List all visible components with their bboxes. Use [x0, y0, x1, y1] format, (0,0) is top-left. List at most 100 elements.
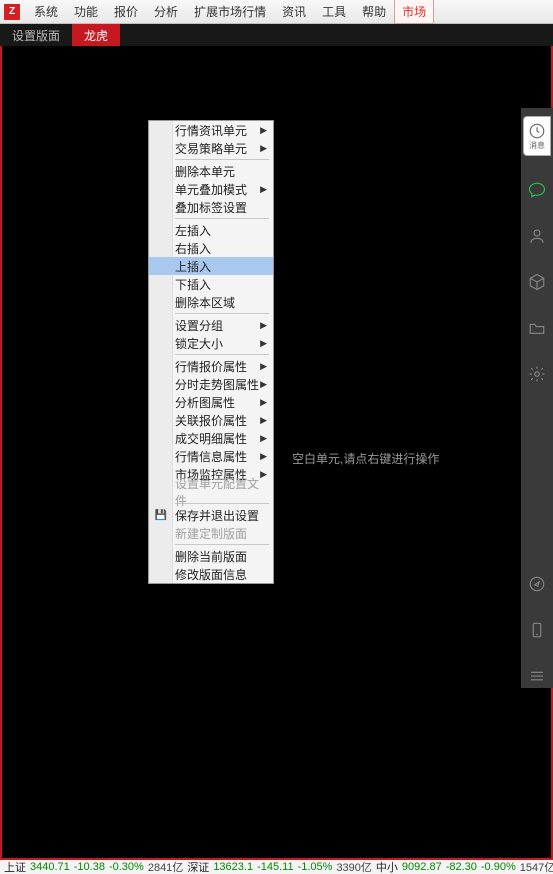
menu-help[interactable]: 帮助: [354, 0, 394, 24]
submenu-arrow-icon: ▶: [260, 320, 267, 331]
ctx-item-label: 左插入: [175, 222, 211, 239]
ctx-item[interactable]: 单元叠加模式 ▶: [149, 180, 273, 198]
menu-quote[interactable]: 报价: [106, 0, 146, 24]
save-icon: 💾: [153, 508, 169, 522]
index-value: 9092.87: [402, 861, 442, 873]
menu-tools[interactable]: 工具: [314, 0, 354, 24]
menu-function[interactable]: 功能: [66, 0, 106, 24]
chat-icon[interactable]: [525, 178, 549, 202]
ctx-item[interactable]: 保存并退出设置 💾: [149, 506, 273, 524]
ctx-item-label: 交易策略单元: [175, 140, 247, 157]
ctx-item-label: 删除当前版面: [175, 548, 247, 565]
side-message-label: 消息: [529, 140, 545, 151]
ctx-item-label: 删除本单元: [175, 163, 235, 180]
ctx-item[interactable]: 右插入: [149, 239, 273, 257]
ctx-item-label: 行情信息属性: [175, 448, 247, 465]
ctx-item-label: 分析图属性: [175, 394, 235, 411]
ctx-item-label: 修改版面信息: [175, 566, 247, 583]
ctx-item[interactable]: 下插入: [149, 275, 273, 293]
ctx-item[interactable]: 分析图属性 ▶: [149, 393, 273, 411]
index-name: 中小: [376, 860, 398, 874]
ctx-item[interactable]: 交易策略单元▶: [149, 139, 273, 157]
index-change: -10.38: [74, 861, 105, 873]
user-icon[interactable]: [525, 224, 549, 248]
workspace[interactable]: 空白单元,请点右键进行操作: [0, 46, 553, 860]
menu-separator: [175, 218, 269, 219]
ctx-item-label: 上插入: [175, 258, 211, 275]
submenu-arrow-icon: ▶: [260, 184, 267, 195]
tab-longhu[interactable]: 龙虎: [72, 24, 120, 46]
index-name: 深证: [187, 860, 209, 874]
menu-separator: [175, 313, 269, 314]
ctx-item[interactable]: 删除本区域: [149, 293, 273, 311]
ctx-item-label: 关联报价属性: [175, 412, 247, 429]
menu-market[interactable]: 市场: [394, 0, 434, 24]
ctx-item-label: 新建定制版面: [175, 525, 247, 542]
tab-layout-settings[interactable]: 设置版面: [0, 24, 72, 46]
ctx-item[interactable]: 行情信息属性 ▶: [149, 447, 273, 465]
ctx-item-label: 删除本区域: [175, 294, 235, 311]
tabbar: 设置版面 龙虎: [0, 24, 553, 46]
ctx-item[interactable]: 行情报价属性▶: [149, 357, 273, 375]
submenu-arrow-icon: ▶: [260, 451, 267, 462]
ctx-item[interactable]: 删除本单元: [149, 162, 273, 180]
ctx-item[interactable]: 上插入: [149, 257, 273, 275]
submenu-arrow-icon: ▶: [260, 397, 267, 408]
cube-icon[interactable]: [525, 270, 549, 294]
ctx-item[interactable]: 分时走势图属性▶: [149, 375, 273, 393]
submenu-arrow-icon: ▶: [260, 433, 267, 444]
phone-icon[interactable]: [525, 618, 549, 642]
gear-icon[interactable]: [525, 362, 549, 386]
ctx-item-label: 锁定大小: [175, 335, 223, 352]
menu-separator: [175, 159, 269, 160]
compass-icon[interactable]: [525, 572, 549, 596]
ctx-item-label: 保存并退出设置: [175, 507, 259, 524]
ctx-item[interactable]: 关联报价属性 ▶: [149, 411, 273, 429]
index-volume: 1547亿: [520, 860, 553, 874]
side-message-box[interactable]: 消息: [523, 116, 551, 156]
clock-icon: [528, 122, 546, 140]
submenu-arrow-icon: ▶: [260, 379, 267, 390]
folder-icon[interactable]: [525, 316, 549, 340]
menu-ext-market[interactable]: 扩展市场行情: [186, 0, 274, 24]
index-change: -82.30: [446, 861, 477, 873]
ctx-item-label: 设置分组: [175, 317, 223, 334]
menu-analysis[interactable]: 分析: [146, 0, 186, 24]
index-volume: 2841亿: [148, 860, 183, 874]
ctx-item[interactable]: 修改版面信息: [149, 565, 273, 583]
context-menu: 行情资讯单元▶交易策略单元▶删除本单元单元叠加模式▶叠加标签设置左插入右插入上插…: [148, 120, 274, 584]
ctx-item-label: 行情资讯单元: [175, 122, 247, 139]
ctx-item[interactable]: 锁定大小 ▶: [149, 334, 273, 352]
ctx-item-label: 叠加标签设置: [175, 199, 247, 216]
ctx-item-label: 单元叠加模式: [175, 181, 247, 198]
ctx-item-label: 成交明细属性: [175, 430, 247, 447]
menu-separator: [175, 354, 269, 355]
ctx-item[interactable]: 行情资讯单元 ▶: [149, 121, 273, 139]
app-logo-icon: Z: [4, 4, 20, 20]
ctx-item: 新建定制版面: [149, 524, 273, 542]
submenu-arrow-icon: ▶: [260, 338, 267, 349]
index-value: 13623.1: [213, 861, 253, 873]
index-volume: 3390亿: [336, 860, 371, 874]
menu-icon[interactable]: [525, 664, 549, 688]
index-value: 3440.71: [30, 861, 70, 873]
menu-news[interactable]: 资讯: [274, 0, 314, 24]
ctx-item: 设置单元配置文件: [149, 483, 273, 501]
index-pct: -0.90%: [481, 861, 516, 873]
ctx-item-label: 行情报价属性: [175, 358, 247, 375]
workspace-hint: 空白单元,请点右键进行操作: [292, 450, 439, 467]
menu-separator: [175, 544, 269, 545]
ctx-item[interactable]: 叠加标签设置: [149, 198, 273, 216]
ctx-item[interactable]: 成交明细属性 ▶: [149, 429, 273, 447]
ctx-item-label: 右插入: [175, 240, 211, 257]
index-name: 上证: [4, 860, 26, 874]
index-change: -145.11: [257, 861, 294, 873]
ctx-item-label: 分时走势图属性: [175, 376, 259, 393]
ctx-item[interactable]: 删除当前版面: [149, 547, 273, 565]
ctx-item[interactable]: 设置分组 ▶: [149, 316, 273, 334]
submenu-arrow-icon: ▶: [260, 125, 267, 136]
submenu-arrow-icon: ▶: [260, 415, 267, 426]
ctx-item[interactable]: 左插入: [149, 221, 273, 239]
ctx-item-label: 设置单元配置文件: [175, 475, 267, 509]
menu-system[interactable]: 系统: [26, 0, 66, 24]
